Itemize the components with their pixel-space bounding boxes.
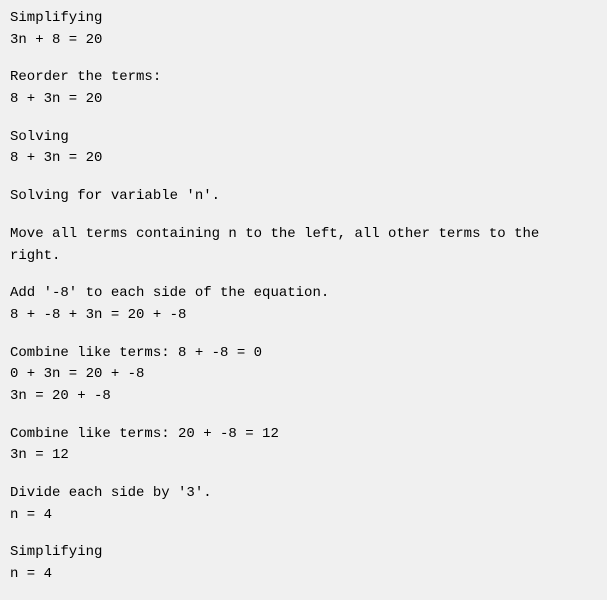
solution-line: Combine like terms: 8 + -8 = 0 (10, 343, 597, 365)
solution-line: 3n = 12 (10, 445, 597, 467)
move-all-terms: Move all terms containing n to the left,… (10, 224, 597, 267)
simplifying-header: Simplifying3n + 8 = 20 (10, 8, 597, 51)
solution-line: 8 + 3n = 20 (10, 148, 597, 170)
solution-line: 3n + 8 = 20 (10, 30, 597, 52)
solution-line: 3n = 20 + -8 (10, 386, 597, 408)
solving-for-variable: Solving for variable 'n'. (10, 186, 597, 208)
combine-like-terms-1: Combine like terms: 8 + -8 = 00 + 3n = 2… (10, 343, 597, 408)
simplifying-footer: Simplifyingn = 4 (10, 542, 597, 585)
solution-line: Solving (10, 127, 597, 149)
solution-line: Simplifying (10, 8, 597, 30)
spacer (10, 214, 597, 224)
solution-line: Solving for variable 'n'. (10, 186, 597, 208)
solution-line: n = 4 (10, 564, 597, 586)
solution-line: Move all terms containing n to the left,… (10, 224, 597, 267)
combine-like-terms-2: Combine like terms: 20 + -8 = 123n = 12 (10, 424, 597, 467)
add-negative-8: Add '-8' to each side of the equation.8 … (10, 283, 597, 326)
spacer (10, 57, 597, 67)
solution-line: Combine like terms: 20 + -8 = 12 (10, 424, 597, 446)
math-solution-content: Simplifying3n + 8 = 20Reorder the terms:… (10, 8, 597, 586)
solution-line: Divide each side by '3'. (10, 483, 597, 505)
reorder-terms: Reorder the terms:8 + 3n = 20 (10, 67, 597, 110)
spacer (10, 273, 597, 283)
solution-line: 8 + 3n = 20 (10, 89, 597, 111)
solution-line: Simplifying (10, 542, 597, 564)
spacer (10, 473, 597, 483)
divide-each-side: Divide each side by '3'.n = 4 (10, 483, 597, 526)
solution-line: 8 + -8 + 3n = 20 + -8 (10, 305, 597, 327)
solution-line: Reorder the terms: (10, 67, 597, 89)
spacer (10, 414, 597, 424)
solving-header: Solving8 + 3n = 20 (10, 127, 597, 170)
spacer (10, 176, 597, 186)
spacer (10, 117, 597, 127)
solution-line: Add '-8' to each side of the equation. (10, 283, 597, 305)
spacer (10, 532, 597, 542)
solution-line: n = 4 (10, 505, 597, 527)
solution-line: 0 + 3n = 20 + -8 (10, 364, 597, 386)
spacer (10, 333, 597, 343)
